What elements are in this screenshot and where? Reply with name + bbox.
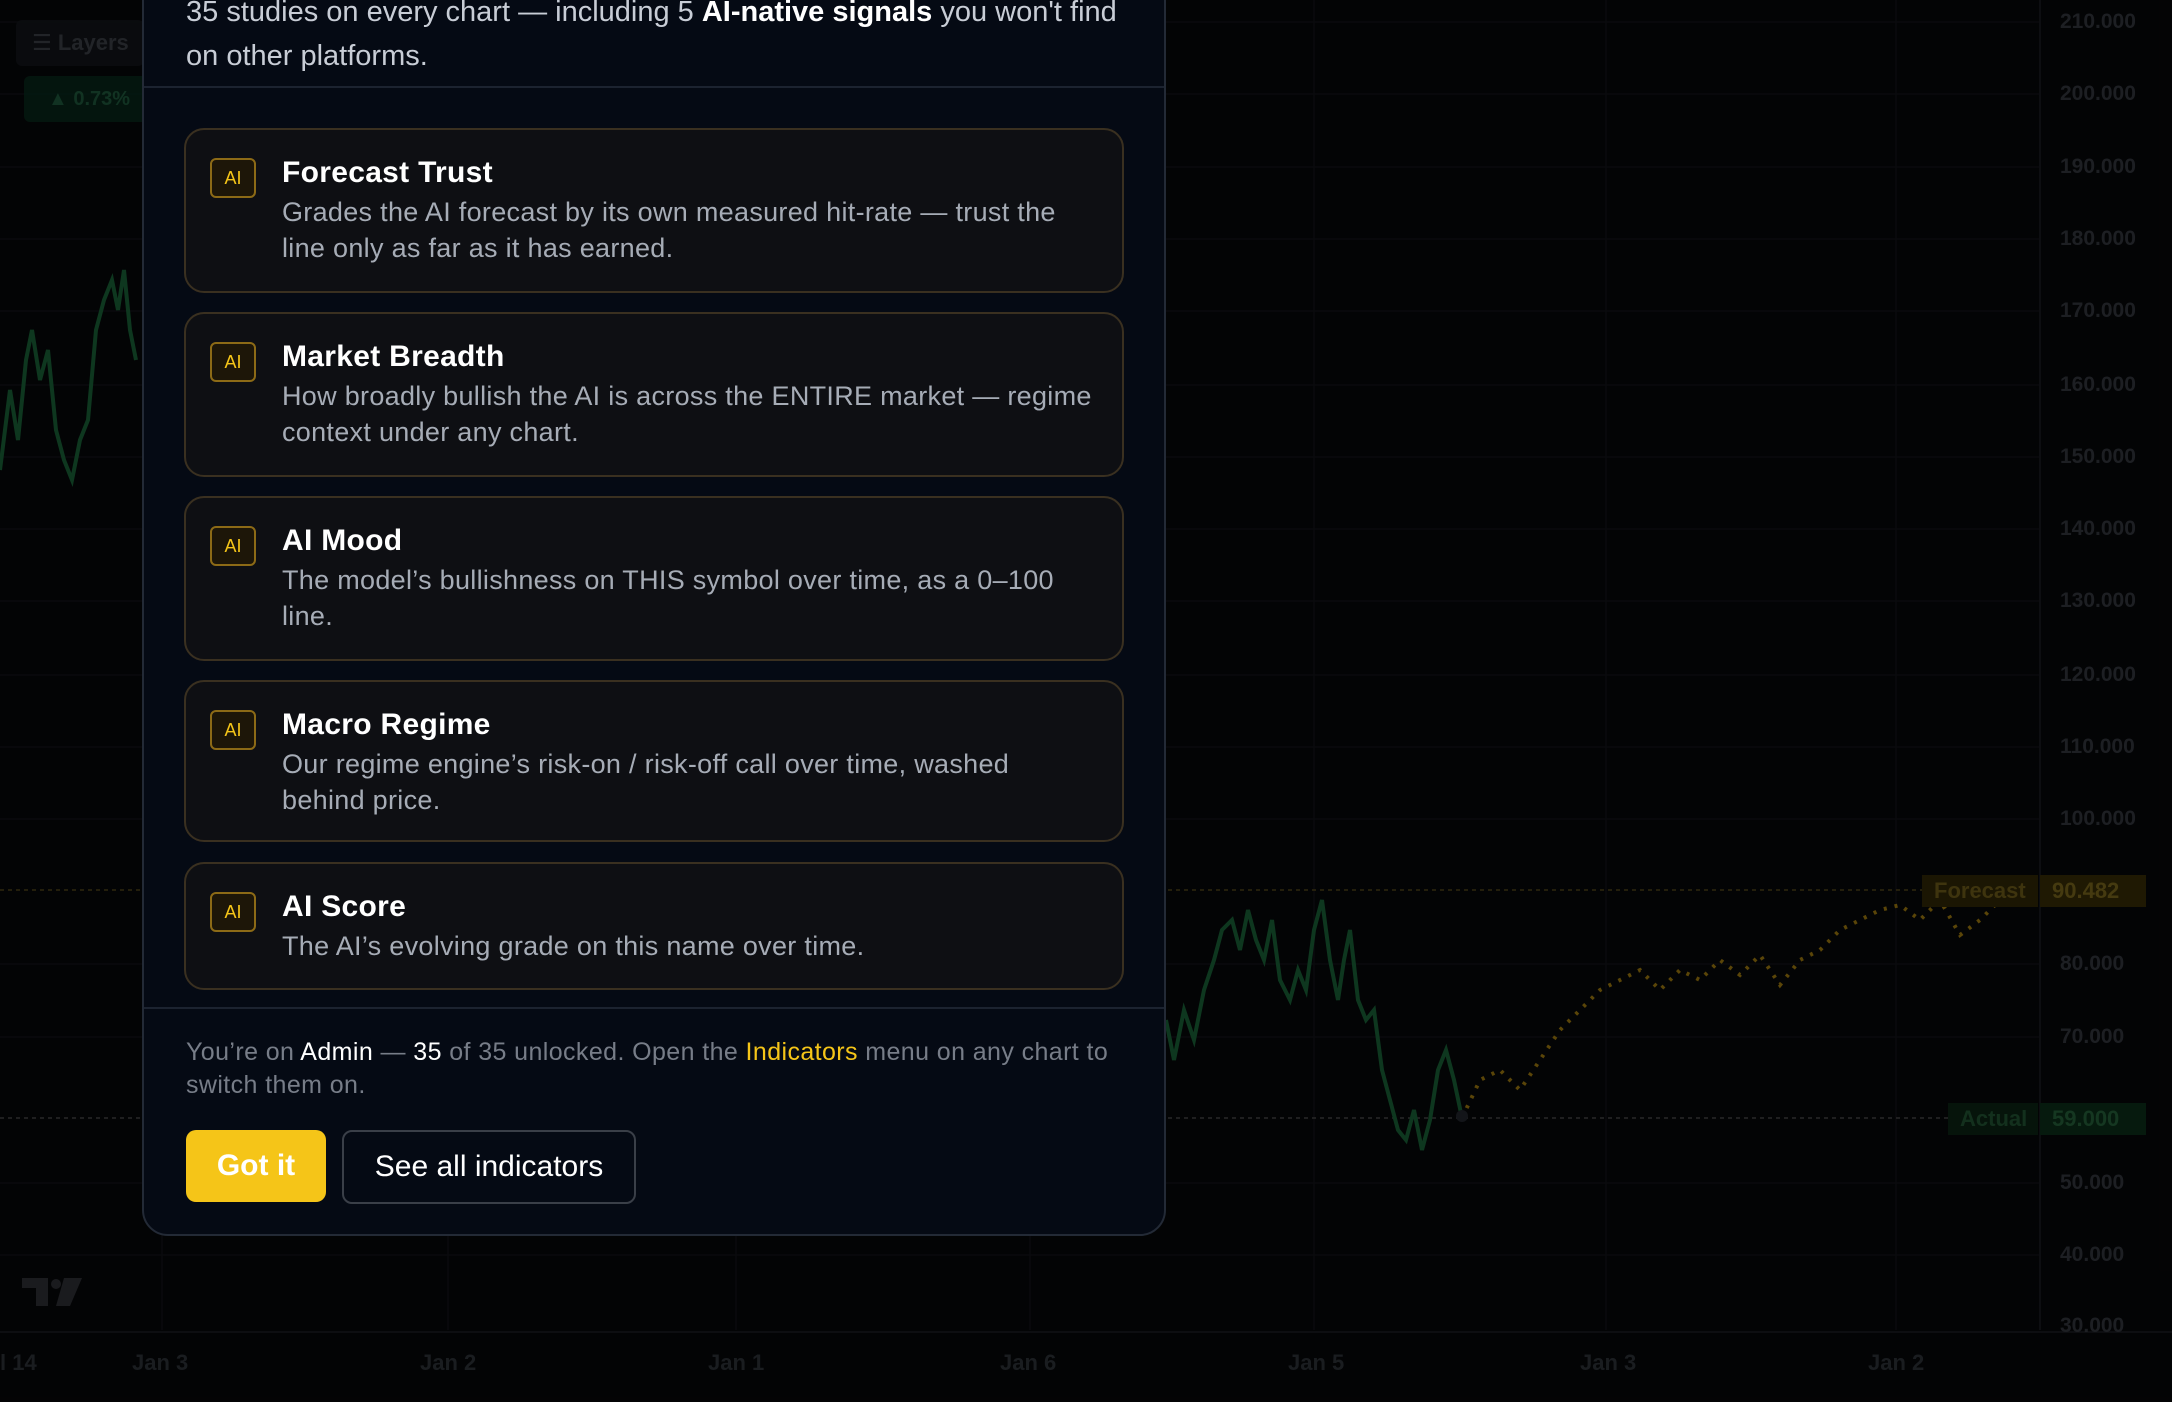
x-axis-tick: Jan 3 [1580, 1350, 1637, 1375]
x-axis-tick: Jan 1 [708, 1350, 765, 1375]
last-price-dot [1456, 1110, 1468, 1122]
ai-badge: AI [210, 710, 256, 750]
intro-highlight: AI-native signals [701, 0, 933, 28]
card-description: The model’s bullishness on THIS symbol o… [282, 565, 1054, 631]
forecast-value-tag: 90.482 [2040, 875, 2146, 907]
x-axis-tick: Jan 3 [132, 1350, 189, 1375]
card-description: How broadly bullish the AI is across the… [282, 381, 1092, 447]
y-axis-tick: 140.000 [2060, 517, 2136, 540]
ai-badge: AI [210, 892, 256, 932]
x-axis-tick: Jan 6 [1000, 1350, 1057, 1375]
card-title: AI Mood [282, 524, 403, 557]
card-title: AI Score [282, 890, 407, 923]
y-axis-tick: 180.000 [2060, 227, 2136, 250]
card-description: Grades the AI forecast by its own measur… [282, 197, 1056, 263]
forecast-line [1460, 896, 2021, 1119]
y-axis-tick: 110.000 [2060, 735, 2135, 758]
see-all-indicators-button[interactable]: See all indicators [342, 1130, 636, 1204]
y-axis-tick: 50.000 [2060, 1171, 2125, 1194]
y-axis-tick: 210.000 [2060, 10, 2136, 33]
y-axis-tick: 190.000 [2060, 155, 2136, 178]
price-change-badge: ▲ 0.73% [24, 76, 154, 122]
y-axis-tick: 30.000 [2060, 1314, 2125, 1337]
indicators-menu-link[interactable]: Indicators [746, 1038, 858, 1066]
ai-badge: AI [210, 158, 256, 198]
y-axis-tick: 100.000 [2060, 807, 2136, 830]
ai-badge: AI [210, 526, 256, 566]
forecast-label-tag: Forecast [1922, 875, 2038, 907]
card-title: Market Breadth [282, 340, 505, 373]
x-axis-tick: Jan 5 [1288, 1350, 1345, 1375]
divider [144, 1007, 1164, 1009]
price-line-left [0, 269, 138, 487]
got-it-button[interactable]: Got it [186, 1130, 326, 1202]
indicator-card-ai-mood[interactable]: AI AI Mood The model’s bullishness on TH… [184, 496, 1124, 661]
unlock-status-text: You’re on Admin — 35 of 35 unlocked. Ope… [186, 1038, 1109, 1099]
y-axis-tick: 130.000 [2060, 589, 2136, 612]
indicators-intro-modal: 35 studies on every chart — including 5 … [142, 0, 1166, 1236]
y-axis-tick: 70.000 [2060, 1025, 2125, 1048]
y-axis-tick: 200.000 [2060, 82, 2136, 105]
unlocked-count: 35 [413, 1038, 442, 1066]
indicator-card-ai-score[interactable]: AI AI Score The AI’s evolving grade on t… [184, 862, 1124, 990]
divider [144, 86, 1164, 88]
x-axis-tick: Jan 2 [1868, 1350, 1925, 1375]
y-axis-tick: 80.000 [2060, 952, 2125, 975]
actual-label-tag: Actual [1948, 1103, 2038, 1135]
tradingview-logo-icon [22, 1278, 82, 1306]
card-title: Macro Regime [282, 708, 491, 741]
y-axis-tick: 160.000 [2060, 373, 2136, 396]
plan-name: Admin [300, 1038, 374, 1066]
y-axis-tick: 170.000 [2060, 299, 2136, 322]
modal-intro-text: 35 studies on every chart — including 5 … [186, 0, 1126, 78]
ai-badge: AI [210, 342, 256, 382]
indicator-card-forecast-trust[interactable]: AI Forecast Trust Grades the AI forecast… [184, 128, 1124, 293]
y-axis-tick: 40.000 [2060, 1243, 2125, 1266]
card-description: The AI’s evolving grade on this name ove… [282, 931, 865, 961]
card-description: Our regime engine’s risk-on / risk-off c… [282, 749, 1010, 815]
x-axis-tick: l 14 [0, 1350, 37, 1375]
indicator-card-market-breadth[interactable]: AI Market Breadth How broadly bullish th… [184, 312, 1124, 477]
layers-button[interactable]: ☰ Layers [16, 20, 144, 66]
card-title: Forecast Trust [282, 156, 493, 189]
y-axis-tick: 150.000 [2060, 445, 2136, 468]
actual-value-tag: 59.000 [2040, 1103, 2146, 1135]
y-axis-tick: 120.000 [2060, 663, 2136, 686]
x-axis-tick: Jan 2 [420, 1350, 477, 1375]
indicator-card-macro-regime[interactable]: AI Macro Regime Our regime engine’s risk… [184, 680, 1124, 842]
